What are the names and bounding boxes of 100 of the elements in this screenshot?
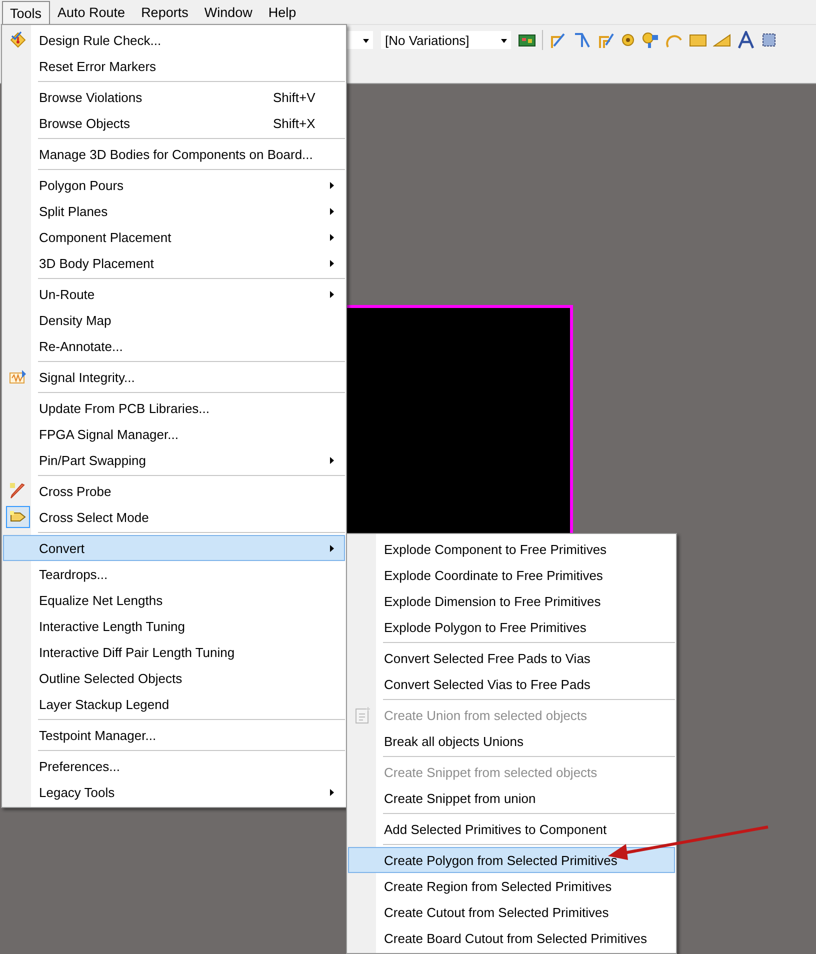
menu-item[interactable]: Pin/Part Swapping [3, 447, 345, 473]
menu-item[interactable]: Legacy Tools [3, 779, 345, 805]
menu-item[interactable]: Create Cutout from Selected Primitives [348, 899, 675, 925]
warning-check-icon [9, 31, 27, 49]
menu-item-label: Interactive Diff Pair Length Tuning [39, 644, 235, 660]
menu-item[interactable]: Density Map [3, 307, 345, 333]
circuit-board-icon[interactable] [518, 32, 536, 48]
menu-item-label: Create Union from selected objects [384, 708, 588, 722]
menu-item-label: Signal Integrity... [39, 370, 135, 384]
shortcut-label: Shift+X [273, 116, 316, 130]
menu-item[interactable]: Explode Dimension to Free Primitives [348, 588, 675, 614]
menu-item[interactable]: 3D Body Placement [3, 250, 345, 276]
menu-item[interactable]: Add Selected Primitives to Component [348, 816, 675, 842]
menu-item[interactable]: Create Region from Selected Primitives [348, 873, 675, 899]
menu-item[interactable]: Convert Selected Free Pads to Vias [348, 645, 675, 671]
menu-item-label: Create Cutout from Selected Primitives [384, 904, 609, 920]
pad-icon[interactable] [641, 31, 659, 49]
menu-item[interactable]: Create Polygon from Selected Primitives [348, 847, 675, 873]
menu-item[interactable]: Explode Component to Free Primitives [348, 536, 675, 562]
menu-item-label: Cross Probe [39, 484, 112, 498]
menu-item-label: Testpoint Manager... [39, 728, 156, 742]
menu-item[interactable]: Interactive Diff Pair Length Tuning [3, 639, 345, 665]
submenu-arrow-icon [330, 291, 334, 298]
text-icon[interactable] [737, 31, 755, 49]
menu-item-label: Preferences... [39, 758, 120, 774]
menu-item[interactable]: Update From PCB Libraries... [3, 395, 345, 421]
menu-item[interactable]: Component Placement [3, 224, 345, 250]
branch-route-icon[interactable] [573, 31, 591, 49]
menu-item-label: Create Board Cutout from Selected Primitives [384, 930, 647, 946]
menu-item-label: Design Rule Check... [39, 32, 162, 48]
menu-item-label: Explode Polygon to Free Primitives [384, 620, 586, 634]
menu-item-label: Explode Dimension to Free Primitives [384, 594, 601, 608]
menu-item[interactable]: Browse Violations Shift+V [3, 84, 345, 110]
dropdown-caret-icon [501, 39, 507, 43]
menu-item[interactable]: Signal Integrity... [3, 364, 345, 390]
menu-item-label: Re-Annotate... [39, 338, 123, 354]
menu-item-label: Equalize Net Lengths [39, 592, 163, 608]
menu-item-label: Browse Objects [39, 116, 130, 130]
menu-item[interactable]: Equalize Net Lengths [3, 587, 345, 613]
submenu-arrow-icon [330, 545, 334, 552]
menu-bar-item[interactable]: Window [196, 1, 260, 24]
menu-item-label: Cross Select Mode [39, 510, 149, 524]
component-icon[interactable] [761, 32, 777, 48]
menu-item[interactable]: Explode Polygon to Free Primitives [348, 614, 675, 640]
diff-route-icon[interactable] [597, 31, 615, 49]
menu-item[interactable]: Convert Selected Vias to Free Pads [348, 671, 675, 697]
menu-item[interactable]: Cross Probe [3, 478, 345, 504]
menu-item-label: Interactive Length Tuning [39, 618, 185, 634]
menu-item-label: FPGA Signal Manager... [39, 426, 178, 442]
menu-item[interactable]: Polygon Pours [3, 172, 345, 198]
menu-item-label: Layer Stackup Legend [39, 696, 170, 712]
submenu-arrow-icon [330, 182, 334, 189]
menu-item-label: Explode Component to Free Primitives [384, 542, 607, 556]
menu-bar-item[interactable]: Help [260, 1, 304, 24]
dropdown-caret-icon [363, 39, 369, 43]
menu-item-label: Teardrops... [39, 566, 108, 582]
menu-item-label: Convert [39, 540, 85, 556]
menu-item-label: Manage 3D Bodies for Components on Board... [39, 146, 313, 162]
menu-item-label: Create Snippet from selected objects [384, 764, 598, 780]
menu-item[interactable]: Outline Selected Objects [3, 665, 345, 691]
via-icon[interactable] [621, 33, 635, 47]
submenu-arrow-icon [330, 789, 334, 796]
waveform-icon [9, 369, 27, 385]
menu-bar-item[interactable]: Auto Route [50, 1, 134, 24]
menu-item[interactable]: Preferences... [3, 753, 345, 779]
menu-item[interactable]: Interactive Length Tuning [3, 613, 345, 639]
dropdown-field[interactable]: [No Variations] [380, 30, 512, 50]
menu-item[interactable]: Create Snippet from union [348, 785, 675, 811]
menu-item-label: Component Placement [39, 230, 172, 244]
menu-item-label: Browse Violations [39, 90, 142, 104]
menu-item[interactable]: Design Rule Check... [3, 27, 345, 53]
menu-item[interactable]: Split Planes [3, 198, 345, 224]
menu-item-label: Density Map [39, 312, 112, 328]
menu-bar-item[interactable]: Tools [2, 1, 50, 24]
menu-item[interactable]: Teardrops... [3, 561, 345, 587]
menu-item[interactable]: Layer Stackup Legend [3, 691, 345, 717]
menu-item[interactable]: Break all objects Unions [348, 728, 675, 754]
menu-item[interactable]: Re-Annotate... [3, 333, 345, 359]
menu-item[interactable]: Create Board Cutout from Selected Primitives [348, 925, 675, 951]
menu-item[interactable]: Explode Coordinate to Free Primitives [348, 562, 675, 588]
menu-item-label: Un-Route [39, 286, 95, 302]
menu-item-label: 3D Body Placement [39, 256, 154, 270]
submenu-arrow-icon [330, 208, 334, 215]
menu-item[interactable]: Cross Select Mode [3, 504, 345, 530]
menu-item[interactable]: Testpoint Manager... [3, 722, 345, 748]
menu-item[interactable]: FPGA Signal Manager... [3, 421, 345, 447]
fill-icon[interactable] [689, 33, 707, 47]
menu-item-label: Convert Selected Free Pads to Vias [384, 650, 590, 666]
menu-item[interactable]: Un-Route [3, 281, 345, 307]
menu-item-label: Break all objects Unions [384, 734, 524, 748]
menu-item-label: Update From PCB Libraries... [39, 400, 210, 416]
menu-item[interactable]: Browse Objects Shift+X [3, 110, 345, 136]
menu-item[interactable]: Convert [3, 535, 345, 561]
probe-pen-icon [9, 482, 27, 500]
route-icon[interactable] [549, 31, 567, 49]
menu-item[interactable]: Manage 3D Bodies for Components on Board... [3, 141, 345, 167]
menu-item-label: Explode Coordinate to Free Primitives [384, 568, 603, 582]
menu-bar-item[interactable]: Reports [133, 1, 196, 24]
menu-item-label: Create Region from Selected Primitives [384, 878, 612, 894]
document-icon [355, 706, 371, 724]
